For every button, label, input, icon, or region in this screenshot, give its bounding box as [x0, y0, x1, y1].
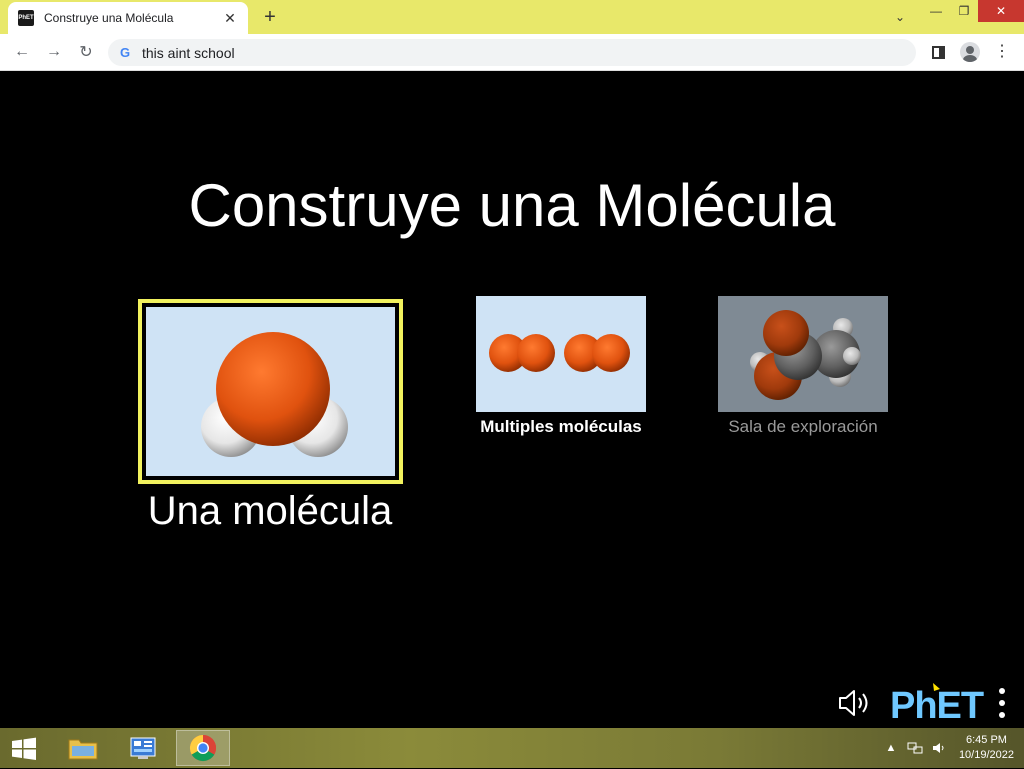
taskbar-chrome[interactable]	[176, 730, 230, 766]
tab-search-chevron-icon[interactable]: ⌄	[888, 6, 912, 28]
phet-logo[interactable]: PhET	[888, 681, 988, 727]
oxygen-atom	[763, 310, 809, 356]
oxygen-atom	[216, 332, 330, 446]
windows-taskbar: ▲ 6:45 PM 10/19/2022	[0, 728, 1024, 768]
kebab-menu-icon: ⋮	[994, 43, 1010, 60]
volume-icon[interactable]	[931, 740, 947, 756]
address-text: this aint school	[142, 44, 235, 61]
control-panel-icon	[130, 737, 156, 759]
system-tray: ▲ 6:45 PM 10/19/2022	[879, 728, 1024, 768]
clock-time: 6:45 PM	[965, 734, 1007, 746]
show-hidden-icons-icon[interactable]: ▲	[883, 740, 899, 756]
clock-date: 10/19/2022	[958, 749, 1014, 761]
taskbar-control-panel[interactable]	[116, 730, 170, 766]
o2-molecules-thumbnail	[476, 296, 646, 412]
tab-strip: PhET Construye una Molécula ✕ + ⌄ — ❐ ✕	[0, 0, 1024, 34]
tab-title: Construye una Molécula	[44, 11, 174, 25]
start-button[interactable]	[6, 734, 42, 764]
phet-logo-icon: PhET	[890, 683, 985, 727]
profile-avatar-icon	[960, 42, 980, 62]
restore-button[interactable]: ❐	[950, 0, 978, 22]
chrome-icon	[189, 734, 217, 762]
window-close-button[interactable]: ✕	[978, 0, 1024, 22]
browser-menu-button[interactable]: ⋮	[990, 40, 1014, 64]
profile-button[interactable]	[958, 40, 982, 64]
side-panel-button[interactable]	[926, 40, 950, 64]
side-panel-icon	[931, 45, 945, 59]
screen-label-una-molecula: Una molécula	[147, 489, 393, 533]
reload-icon[interactable]: ↻	[74, 40, 98, 64]
oxygen-atom	[592, 334, 630, 372]
3d-molecule-thumbnail	[718, 296, 888, 412]
menu-dot	[999, 712, 1005, 718]
sim-home-screen: Construye una Molécula Una molécula Mult…	[0, 71, 1024, 728]
back-arrow-icon[interactable]: ←	[10, 40, 34, 64]
minimize-button[interactable]: —	[922, 0, 950, 22]
folder-icon	[68, 739, 98, 760]
water-molecule-thumbnail	[146, 307, 395, 476]
taskbar-clock[interactable]: 6:45 PM 10/19/2022	[959, 733, 1014, 763]
sim-title: Construye una Molécula	[188, 172, 836, 239]
taskbar-file-explorer[interactable]	[56, 730, 110, 766]
close-tab-icon[interactable]: ✕	[222, 10, 238, 26]
screen-label-sala-de-exploracion: Sala de exploración	[728, 417, 878, 436]
hydrogen-atom	[843, 347, 861, 365]
phet-menu-button[interactable]	[994, 685, 1010, 721]
browser-toolbar: ← → ↻ G this aint school ⋮	[0, 34, 1024, 71]
windows-logo-icon	[12, 737, 36, 760]
network-icon[interactable]	[907, 740, 923, 756]
address-bar[interactable]: G this aint school	[108, 39, 916, 66]
browser-tab[interactable]: PhET Construye una Molécula ✕	[8, 2, 248, 34]
oxygen-atom	[517, 334, 555, 372]
menu-dot	[999, 700, 1005, 706]
forward-arrow-icon[interactable]: →	[42, 40, 66, 64]
svg-text:PhET: PhET	[890, 685, 984, 723]
new-tab-button[interactable]: +	[258, 5, 282, 29]
menu-dot	[999, 688, 1005, 694]
screen-label-multiples-moleculas: Multiples moléculas	[480, 417, 642, 436]
google-icon: G	[119, 45, 131, 60]
speaker-icon	[839, 690, 868, 716]
phet-favicon-icon: PhET	[18, 10, 34, 26]
sound-toggle-button[interactable]	[836, 687, 872, 719]
